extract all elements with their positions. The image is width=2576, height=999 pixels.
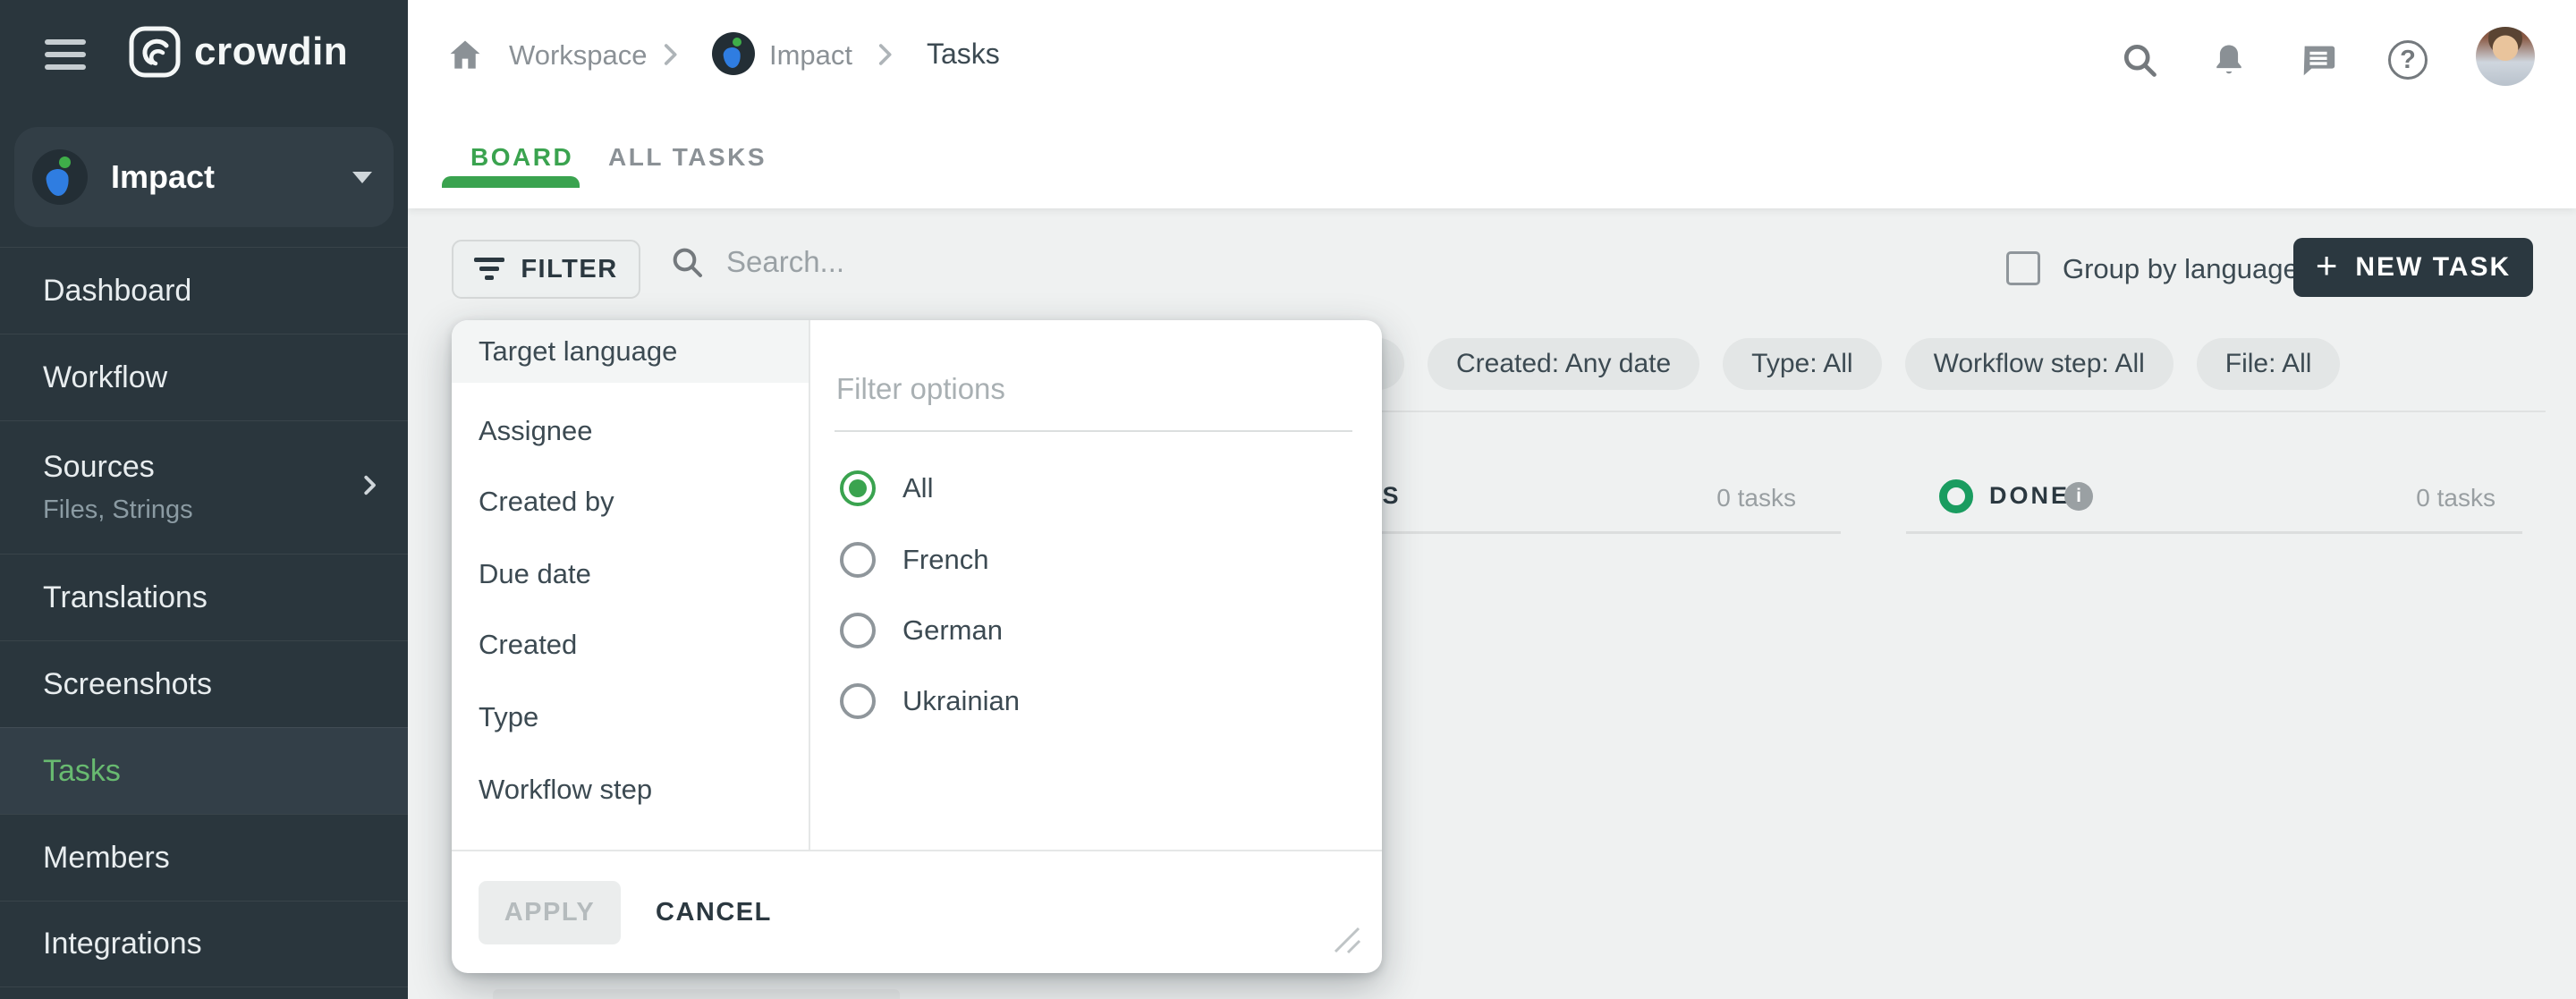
sidebar-item-sources[interactable]: Sources Files, Strings (0, 420, 408, 554)
info-icon[interactable]: i (2064, 482, 2093, 511)
chip-type[interactable]: Type: All (1723, 338, 1881, 390)
done-status-icon (1939, 479, 1973, 513)
breadcrumb-workspace[interactable]: Workspace (509, 39, 648, 72)
user-avatar[interactable] (2476, 27, 2535, 86)
popover-footer-divider (452, 850, 1382, 851)
column-title-done: DONE (1989, 482, 2070, 510)
menu-icon[interactable] (45, 39, 86, 72)
chips-divider (1320, 411, 2546, 412)
breadcrumb-project-avatar (712, 32, 755, 75)
sidebar-item-dashboard[interactable]: Dashboard (0, 247, 408, 334)
group-by-language-checkbox[interactable] (2006, 251, 2040, 285)
group-by-language-label: Group by language (2063, 253, 2299, 285)
sidebar-item-tasks[interactable]: Tasks (0, 727, 408, 814)
radio-option-ukrainian[interactable]: Ukrainian (840, 683, 1020, 719)
sidebar-item-translations[interactable]: Translations (0, 554, 408, 640)
filter-list-icon (474, 258, 504, 281)
column-count: 0 tasks (1716, 484, 1796, 512)
radio-option-german[interactable]: German (840, 613, 1003, 648)
notifications-bell-icon[interactable] (2207, 38, 2250, 81)
sidebar-nav: Dashboard Workflow Sources Files, String… (0, 247, 408, 987)
resize-handle-icon[interactable] (1326, 919, 1364, 957)
radio-icon (840, 613, 876, 648)
chip-created[interactable]: Created: Any date (1428, 338, 1699, 390)
topbar: Workspace Impact Tasks ? BOARD ALL (408, 0, 2576, 208)
tasks-board-main: FILTER Group by language + NEW TASK Crea… (408, 208, 2576, 999)
new-task-button[interactable]: + NEW TASK (2293, 238, 2533, 297)
filter-category-assignee[interactable]: Assignee (452, 395, 809, 466)
sidebar-item-screenshots[interactable]: Screenshots (0, 640, 408, 727)
crowdin-logo-icon (128, 25, 182, 79)
help-icon[interactable]: ? (2386, 38, 2429, 81)
cancel-button[interactable]: CANCEL (656, 881, 772, 944)
chip-file[interactable]: File: All (2197, 338, 2341, 390)
project-selector[interactable]: Impact (14, 127, 394, 227)
chevron-down-icon (352, 172, 372, 183)
active-tab-indicator (442, 176, 580, 188)
tab-all-tasks[interactable]: ALL TASKS (608, 143, 767, 172)
popover-divider (809, 320, 810, 850)
filter-category-workflow-step[interactable]: Workflow step (452, 754, 809, 825)
filter-button[interactable]: FILTER (452, 240, 640, 299)
hidden-column-edge (493, 989, 900, 999)
filter-popover: Target language Assignee Created by Due … (452, 320, 1382, 973)
radio-selected-icon (840, 470, 876, 506)
crowdin-app: crowdin Impact Dashboard Workflow Source… (0, 0, 2576, 999)
search-icon (669, 244, 705, 280)
messages-icon[interactable] (2297, 38, 2340, 81)
sidebar-item-members[interactable]: Members (0, 814, 408, 901)
search-icon[interactable] (2118, 38, 2161, 81)
breadcrumb-project[interactable]: Impact (769, 39, 852, 72)
home-icon[interactable] (445, 36, 485, 75)
column-count: 0 tasks (2416, 484, 2496, 512)
radio-icon (840, 683, 876, 719)
filter-category-due-date[interactable]: Due date (452, 538, 809, 609)
chip-workflow-step[interactable]: Workflow step: All (1905, 338, 2174, 390)
filter-category-created-by[interactable]: Created by (452, 466, 809, 537)
sources-sublabel: Files, Strings (0, 495, 408, 525)
project-name: Impact (111, 158, 215, 196)
crowdin-wordmark: crowdin (194, 30, 348, 74)
chevron-right-icon (655, 39, 685, 74)
column-divider (1359, 531, 1841, 534)
filter-category-target-language[interactable]: Target language (452, 320, 809, 383)
sidebar-item-integrations[interactable]: Integrations (0, 901, 408, 987)
filter-chips: Created: Any date Type: All Workflow ste… (1428, 338, 2340, 390)
sidebar-item-workflow[interactable]: Workflow (0, 334, 408, 420)
filter-options-input[interactable] (836, 372, 1337, 406)
plus-icon: + (2316, 247, 2338, 284)
radio-option-all[interactable]: All (840, 470, 933, 506)
radio-icon (840, 542, 876, 578)
chevron-right-icon (869, 39, 900, 74)
filter-category-type[interactable]: Type (452, 682, 809, 752)
breadcrumb-current: Tasks (927, 38, 1000, 71)
tab-board[interactable]: BOARD (470, 143, 573, 172)
radio-option-french[interactable]: French (840, 542, 988, 578)
task-search (669, 244, 1102, 280)
topbar-actions: ? (2118, 34, 2535, 86)
crowdin-logo[interactable]: crowdin (128, 25, 348, 79)
filter-category-created[interactable]: Created (452, 609, 809, 680)
sidebar: crowdin Impact Dashboard Workflow Source… (0, 0, 408, 999)
input-underline (835, 430, 1352, 432)
column-divider (1906, 531, 2522, 534)
apply-button[interactable]: APPLY (479, 881, 621, 944)
chevron-right-icon (356, 472, 383, 504)
project-avatar (32, 149, 88, 205)
search-input[interactable] (726, 245, 1102, 279)
